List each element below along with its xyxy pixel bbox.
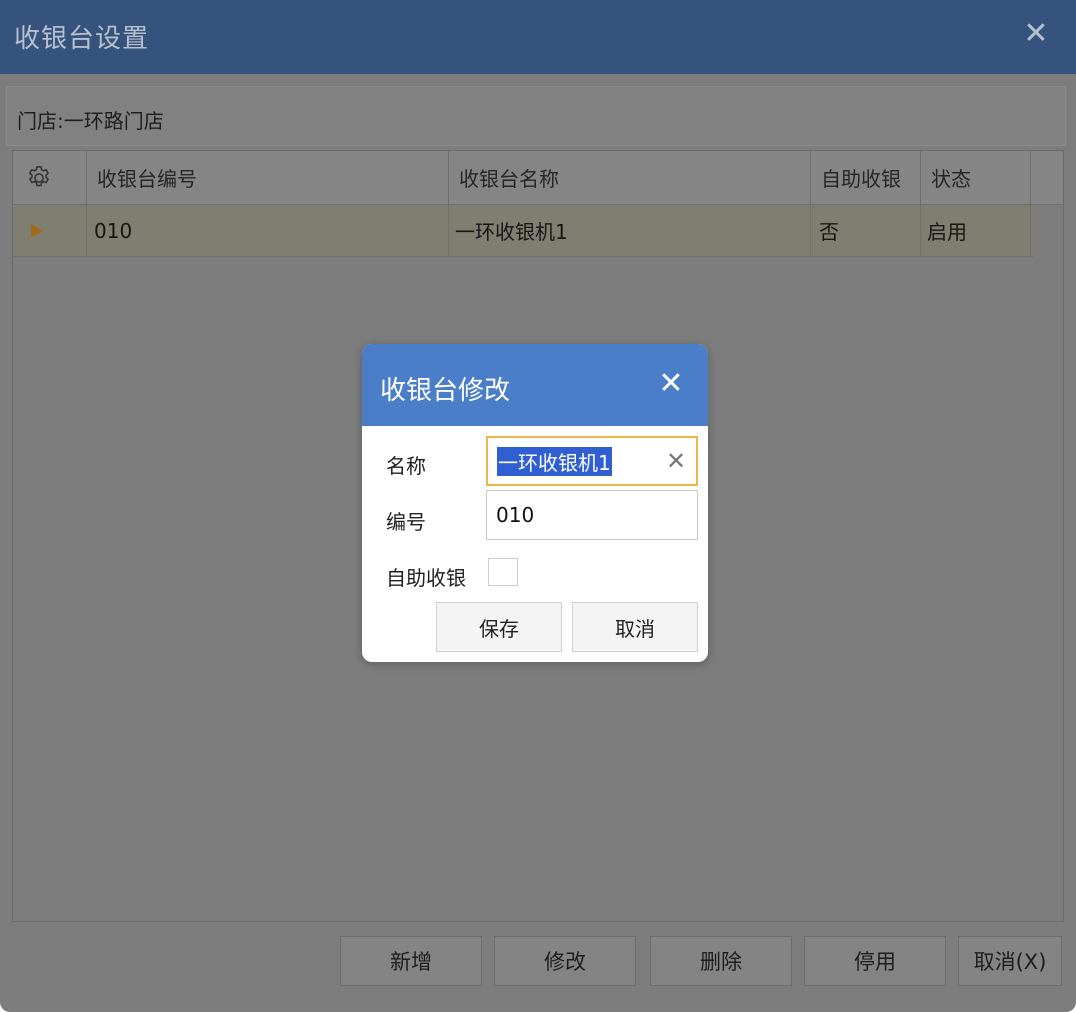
table-row[interactable]: 010 一环收银机1 否 启用 — [13, 205, 1033, 257]
edit-cashier-dialog: 收银台修改 ✕ 名称 一环收银机1 ✕ 编号 010 自助收银 保存 取消 — [362, 344, 708, 662]
column-header-status[interactable]: 状态 — [921, 151, 1031, 204]
current-row-arrow-icon — [31, 223, 43, 238]
add-button[interactable]: 新增 — [340, 936, 482, 986]
store-info: 门店:一环路门店 — [6, 86, 1066, 146]
store-name: 一环路门店 — [63, 109, 164, 133]
save-button[interactable]: 保存 — [436, 602, 562, 652]
gear-icon[interactable] — [25, 164, 53, 192]
disable-button[interactable]: 停用 — [804, 936, 946, 986]
window-title: 收银台设置 — [14, 24, 150, 54]
column-header-self-service[interactable]: 自助收银 — [811, 151, 921, 204]
code-field-value: 010 — [496, 503, 535, 527]
grid-settings-cell[interactable] — [13, 151, 87, 204]
cell-code: 010 — [87, 205, 449, 256]
cancel-window-button[interactable]: 取消(X) — [958, 936, 1062, 986]
cell-self-service: 否 — [811, 205, 921, 256]
grid-header: 收银台编号 收银台名称 自助收银 状态 — [13, 151, 1063, 205]
cell-status: 启用 — [921, 205, 1031, 256]
column-header-code[interactable]: 收银台编号 — [87, 151, 449, 204]
window-titlebar: 收银台设置 ✕ — [0, 0, 1076, 74]
name-field[interactable]: 一环收银机1 ✕ — [486, 436, 698, 486]
close-icon[interactable]: ✕ — [1018, 14, 1054, 54]
clear-icon[interactable]: ✕ — [664, 446, 688, 476]
dialog-close-icon[interactable]: ✕ — [656, 366, 686, 402]
cell-name: 一环收银机1 — [449, 205, 811, 256]
name-label: 名称 — [386, 454, 426, 478]
dialog-header: 收银台修改 ✕ — [362, 344, 708, 426]
bottom-toolbar: 新增 修改 删除 停用 取消(X) — [0, 924, 1076, 1012]
column-header-name[interactable]: 收银台名称 — [449, 151, 811, 204]
delete-button[interactable]: 删除 — [650, 936, 792, 986]
code-label: 编号 — [386, 510, 426, 534]
self-service-label: 自助收银 — [386, 566, 466, 590]
code-field[interactable]: 010 — [486, 490, 698, 540]
store-label: 门店:一环路门店 — [17, 109, 164, 133]
edit-button[interactable]: 修改 — [494, 936, 636, 986]
name-field-value: 一环收银机1 — [497, 446, 612, 476]
self-service-checkbox[interactable] — [488, 558, 518, 586]
row-indicator-cell — [13, 205, 87, 256]
dialog-title: 收银台修改 — [380, 376, 511, 406]
cancel-button[interactable]: 取消 — [572, 602, 698, 652]
